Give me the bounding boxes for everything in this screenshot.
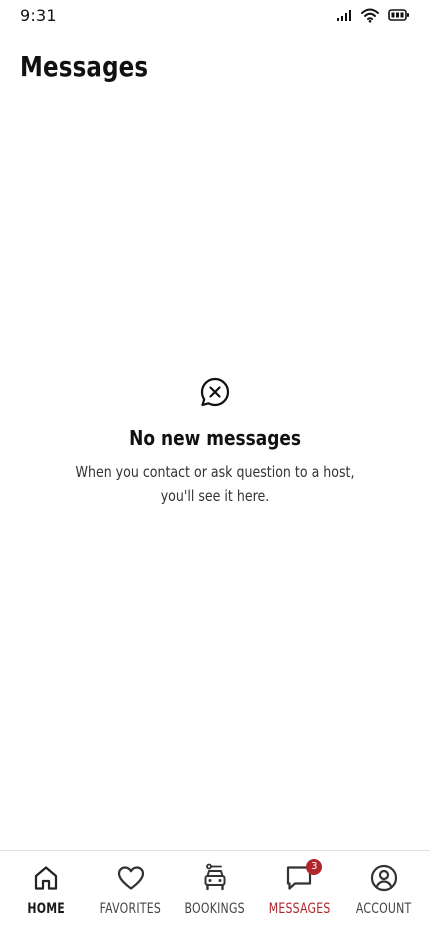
tab-account[interactable]: ACCOUNT (342, 851, 426, 933)
tab-home-label: HOME (27, 901, 66, 917)
chat-close-icon (200, 377, 230, 407)
wifi-icon (361, 8, 379, 23)
empty-state: No new messages When you contact or ask … (0, 376, 430, 508)
car-icon (204, 863, 226, 891)
status-time: 9:31 (20, 6, 57, 25)
battery-icon (388, 9, 409, 21)
cellular-signal-icon (337, 10, 351, 21)
tab-account-label: ACCOUNT (355, 901, 412, 917)
empty-title: No new messages (129, 426, 301, 450)
heart-icon (117, 866, 144, 890)
messages-badge: 3 (306, 859, 323, 875)
bottom-tab-bar: HOME FAVORITES BOOKINGS 3 MESSAGES ACCOU… (0, 850, 430, 932)
home-icon (35, 866, 58, 890)
account-icon (370, 864, 397, 892)
page-title: Messages (20, 50, 149, 83)
tab-messages-label: MESSAGES (268, 901, 331, 917)
tab-bookings[interactable]: BOOKINGS (173, 851, 257, 933)
empty-title-wrap: No new messages (0, 408, 430, 450)
status-bar: 9:31 (0, 0, 430, 34)
tab-messages-icon-wrap: 3 (284, 859, 323, 893)
tab-favorites[interactable]: FAVORITES (89, 851, 173, 933)
empty-description: When you contact or ask question to a ho… (64, 460, 366, 508)
tab-favorites-label: FAVORITES (99, 901, 162, 917)
tab-home[interactable]: HOME (4, 851, 88, 933)
tab-messages[interactable]: 3 MESSAGES (257, 851, 341, 933)
empty-description-line-1: When you contact or ask question to a ho… (75, 463, 355, 481)
empty-description-line-2: you'll see it here. (160, 487, 270, 505)
tab-bookings-label: BOOKINGS (184, 901, 246, 917)
status-icons (336, 7, 410, 23)
